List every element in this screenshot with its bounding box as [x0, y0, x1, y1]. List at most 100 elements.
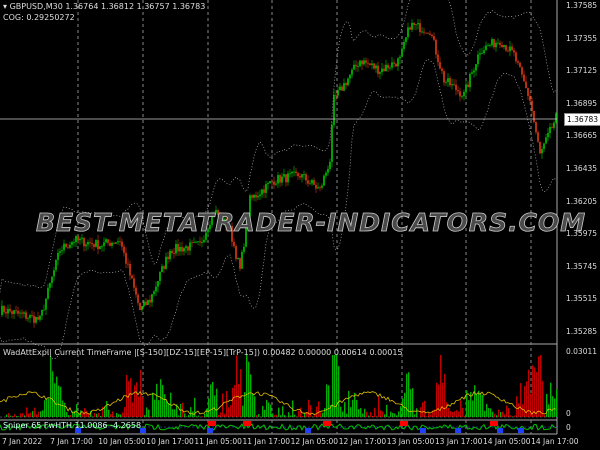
histogram-bar — [232, 387, 234, 417]
histogram-bar — [378, 395, 380, 417]
histogram-bar — [136, 382, 138, 417]
candle-body — [35, 317, 37, 323]
histogram-bar — [360, 408, 362, 417]
histogram-bar — [356, 400, 358, 417]
histogram-bar — [486, 403, 488, 417]
histogram-bar — [556, 389, 558, 417]
candle-body — [93, 244, 95, 247]
histogram-bar — [128, 381, 130, 417]
histogram-bar — [220, 412, 222, 417]
candle-body — [241, 251, 243, 269]
histogram-bar — [506, 405, 508, 417]
histogram-bar — [44, 400, 46, 417]
candle-body — [67, 247, 69, 249]
histogram-bar — [112, 411, 114, 417]
candle-body — [303, 174, 305, 175]
candle-body — [149, 299, 151, 303]
histogram-bar — [70, 415, 72, 417]
histogram-bar — [268, 402, 270, 417]
histogram-bar — [544, 414, 546, 417]
candle-body — [145, 301, 147, 306]
cog-value: COG: 0.29250272 — [3, 13, 75, 22]
candle-body — [5, 312, 7, 314]
candle-body — [281, 176, 283, 183]
candle-body — [495, 42, 497, 48]
histogram-bar — [204, 413, 206, 417]
candle-body — [533, 110, 535, 123]
candle-body — [503, 45, 505, 48]
candle-body — [37, 317, 39, 320]
candle-body — [57, 252, 59, 260]
candle-body — [519, 62, 521, 68]
candle-body — [3, 305, 5, 313]
histogram-bar — [344, 402, 346, 417]
candle-body — [491, 39, 493, 46]
price-axis-label: 1.36205 — [566, 196, 598, 206]
histogram-bar — [534, 367, 536, 417]
histogram-bar — [258, 414, 260, 417]
histogram-bar — [468, 400, 470, 417]
candle-body — [7, 308, 9, 314]
histogram-bar — [478, 390, 480, 417]
histogram-bar — [272, 413, 274, 417]
candle-body — [311, 180, 313, 184]
candle-body — [457, 90, 459, 92]
candle-body — [511, 46, 513, 51]
candle-body — [11, 311, 13, 314]
candle-body — [41, 309, 43, 316]
candle-body — [265, 184, 267, 193]
candle-body — [137, 294, 139, 303]
histogram-bar — [224, 414, 226, 417]
histogram-bar — [94, 413, 96, 417]
candle-body — [233, 241, 235, 247]
histogram-bar — [492, 411, 494, 417]
candle-body — [181, 246, 183, 252]
time-axis-label: 11 Jan 05:00 — [194, 437, 242, 446]
histogram-bar — [40, 411, 42, 417]
candle-body — [445, 81, 447, 83]
candle-body — [269, 181, 271, 184]
candle-body — [103, 242, 105, 247]
candle-body — [553, 122, 555, 128]
candle-body — [139, 302, 141, 310]
candle-body — [25, 312, 27, 319]
histogram-bar — [436, 382, 438, 417]
histogram-bar — [238, 383, 240, 417]
candle-body — [19, 312, 21, 314]
time-axis-label: 10 Jan 17:00 — [146, 437, 194, 446]
price-axis-label: 1.35745 — [566, 261, 598, 271]
candle-body — [461, 96, 463, 97]
histogram-bar — [446, 402, 448, 417]
candle-body — [135, 287, 137, 295]
histogram-bar — [422, 402, 424, 417]
candle-body — [133, 278, 135, 288]
histogram-bar — [370, 412, 372, 417]
candle-body — [305, 174, 307, 181]
candle-body — [315, 184, 317, 189]
candle-body — [169, 250, 171, 260]
candle-body — [523, 74, 525, 82]
histogram-bar — [520, 383, 522, 417]
histogram-bar — [158, 400, 160, 417]
histogram-bar — [280, 415, 282, 417]
candle-body — [309, 183, 311, 185]
histogram-bar — [384, 414, 386, 417]
candle-body — [243, 246, 245, 252]
candle-body — [425, 32, 427, 34]
histogram-bar — [68, 415, 70, 417]
candle-body — [101, 246, 103, 247]
candle-body — [463, 91, 465, 97]
candle-body — [399, 56, 401, 59]
candle-body — [459, 91, 461, 97]
histogram-bar — [288, 412, 290, 417]
candle-body — [43, 309, 45, 311]
candle-body — [53, 270, 55, 277]
candle-body — [195, 241, 197, 243]
histogram-bar — [154, 399, 156, 417]
buy-signal-marker — [420, 428, 426, 433]
histogram-bar — [428, 412, 430, 417]
time-axis-label: 10 Jan 05:00 — [98, 437, 146, 446]
histogram-bar — [374, 407, 376, 417]
candle-body — [307, 180, 309, 184]
candle-body — [33, 315, 35, 323]
